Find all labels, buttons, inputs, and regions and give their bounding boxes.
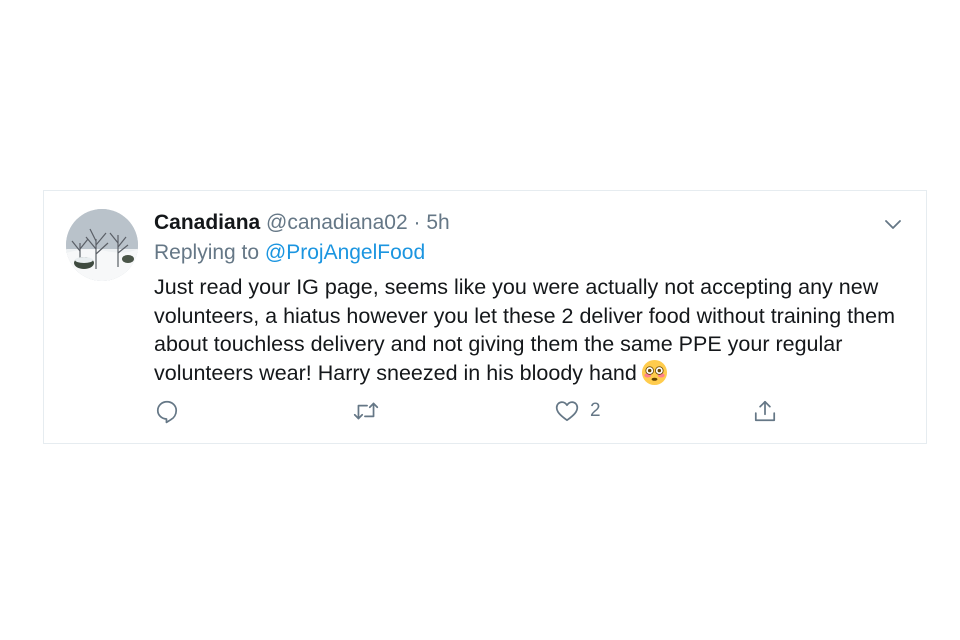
avatar[interactable] bbox=[66, 209, 138, 281]
flushed-face-emoji-icon bbox=[641, 359, 668, 394]
tweet-timestamp[interactable]: 5h bbox=[426, 211, 449, 234]
share-button[interactable] bbox=[752, 396, 788, 426]
like-count: 2 bbox=[590, 400, 601, 421]
tweet-card[interactable]: Canadiana @canadiana02 · 5h Replying to … bbox=[43, 190, 927, 444]
tweet-content: Canadiana @canadiana02 · 5h Replying to … bbox=[154, 209, 914, 393]
replying-to-link[interactable]: @ProjAngelFood bbox=[265, 241, 425, 264]
replying-to-label: Replying to bbox=[154, 241, 265, 264]
user-handle[interactable]: @canadiana02 bbox=[266, 211, 408, 234]
reply-icon bbox=[154, 398, 180, 424]
reply-button[interactable] bbox=[154, 396, 190, 426]
like-button[interactable]: 2 bbox=[554, 396, 601, 426]
share-icon bbox=[752, 398, 778, 424]
tweet-actions: 2 bbox=[154, 396, 834, 426]
chevron-down-icon[interactable] bbox=[882, 213, 904, 235]
display-name[interactable]: Canadiana bbox=[154, 211, 260, 234]
heart-icon bbox=[554, 398, 580, 424]
replying-to-line: Replying to @ProjAngelFood bbox=[154, 239, 914, 267]
avatar-image bbox=[66, 209, 138, 281]
tweet-text: Just read your IG page, seems like you w… bbox=[154, 273, 924, 393]
tweet-header: Canadiana @canadiana02 · 5h bbox=[154, 209, 914, 237]
tweet-body: Just read your IG page, seems like you w… bbox=[154, 275, 895, 385]
header-separator: · bbox=[413, 211, 421, 234]
retweet-button[interactable] bbox=[352, 396, 390, 426]
retweet-icon bbox=[352, 398, 380, 424]
